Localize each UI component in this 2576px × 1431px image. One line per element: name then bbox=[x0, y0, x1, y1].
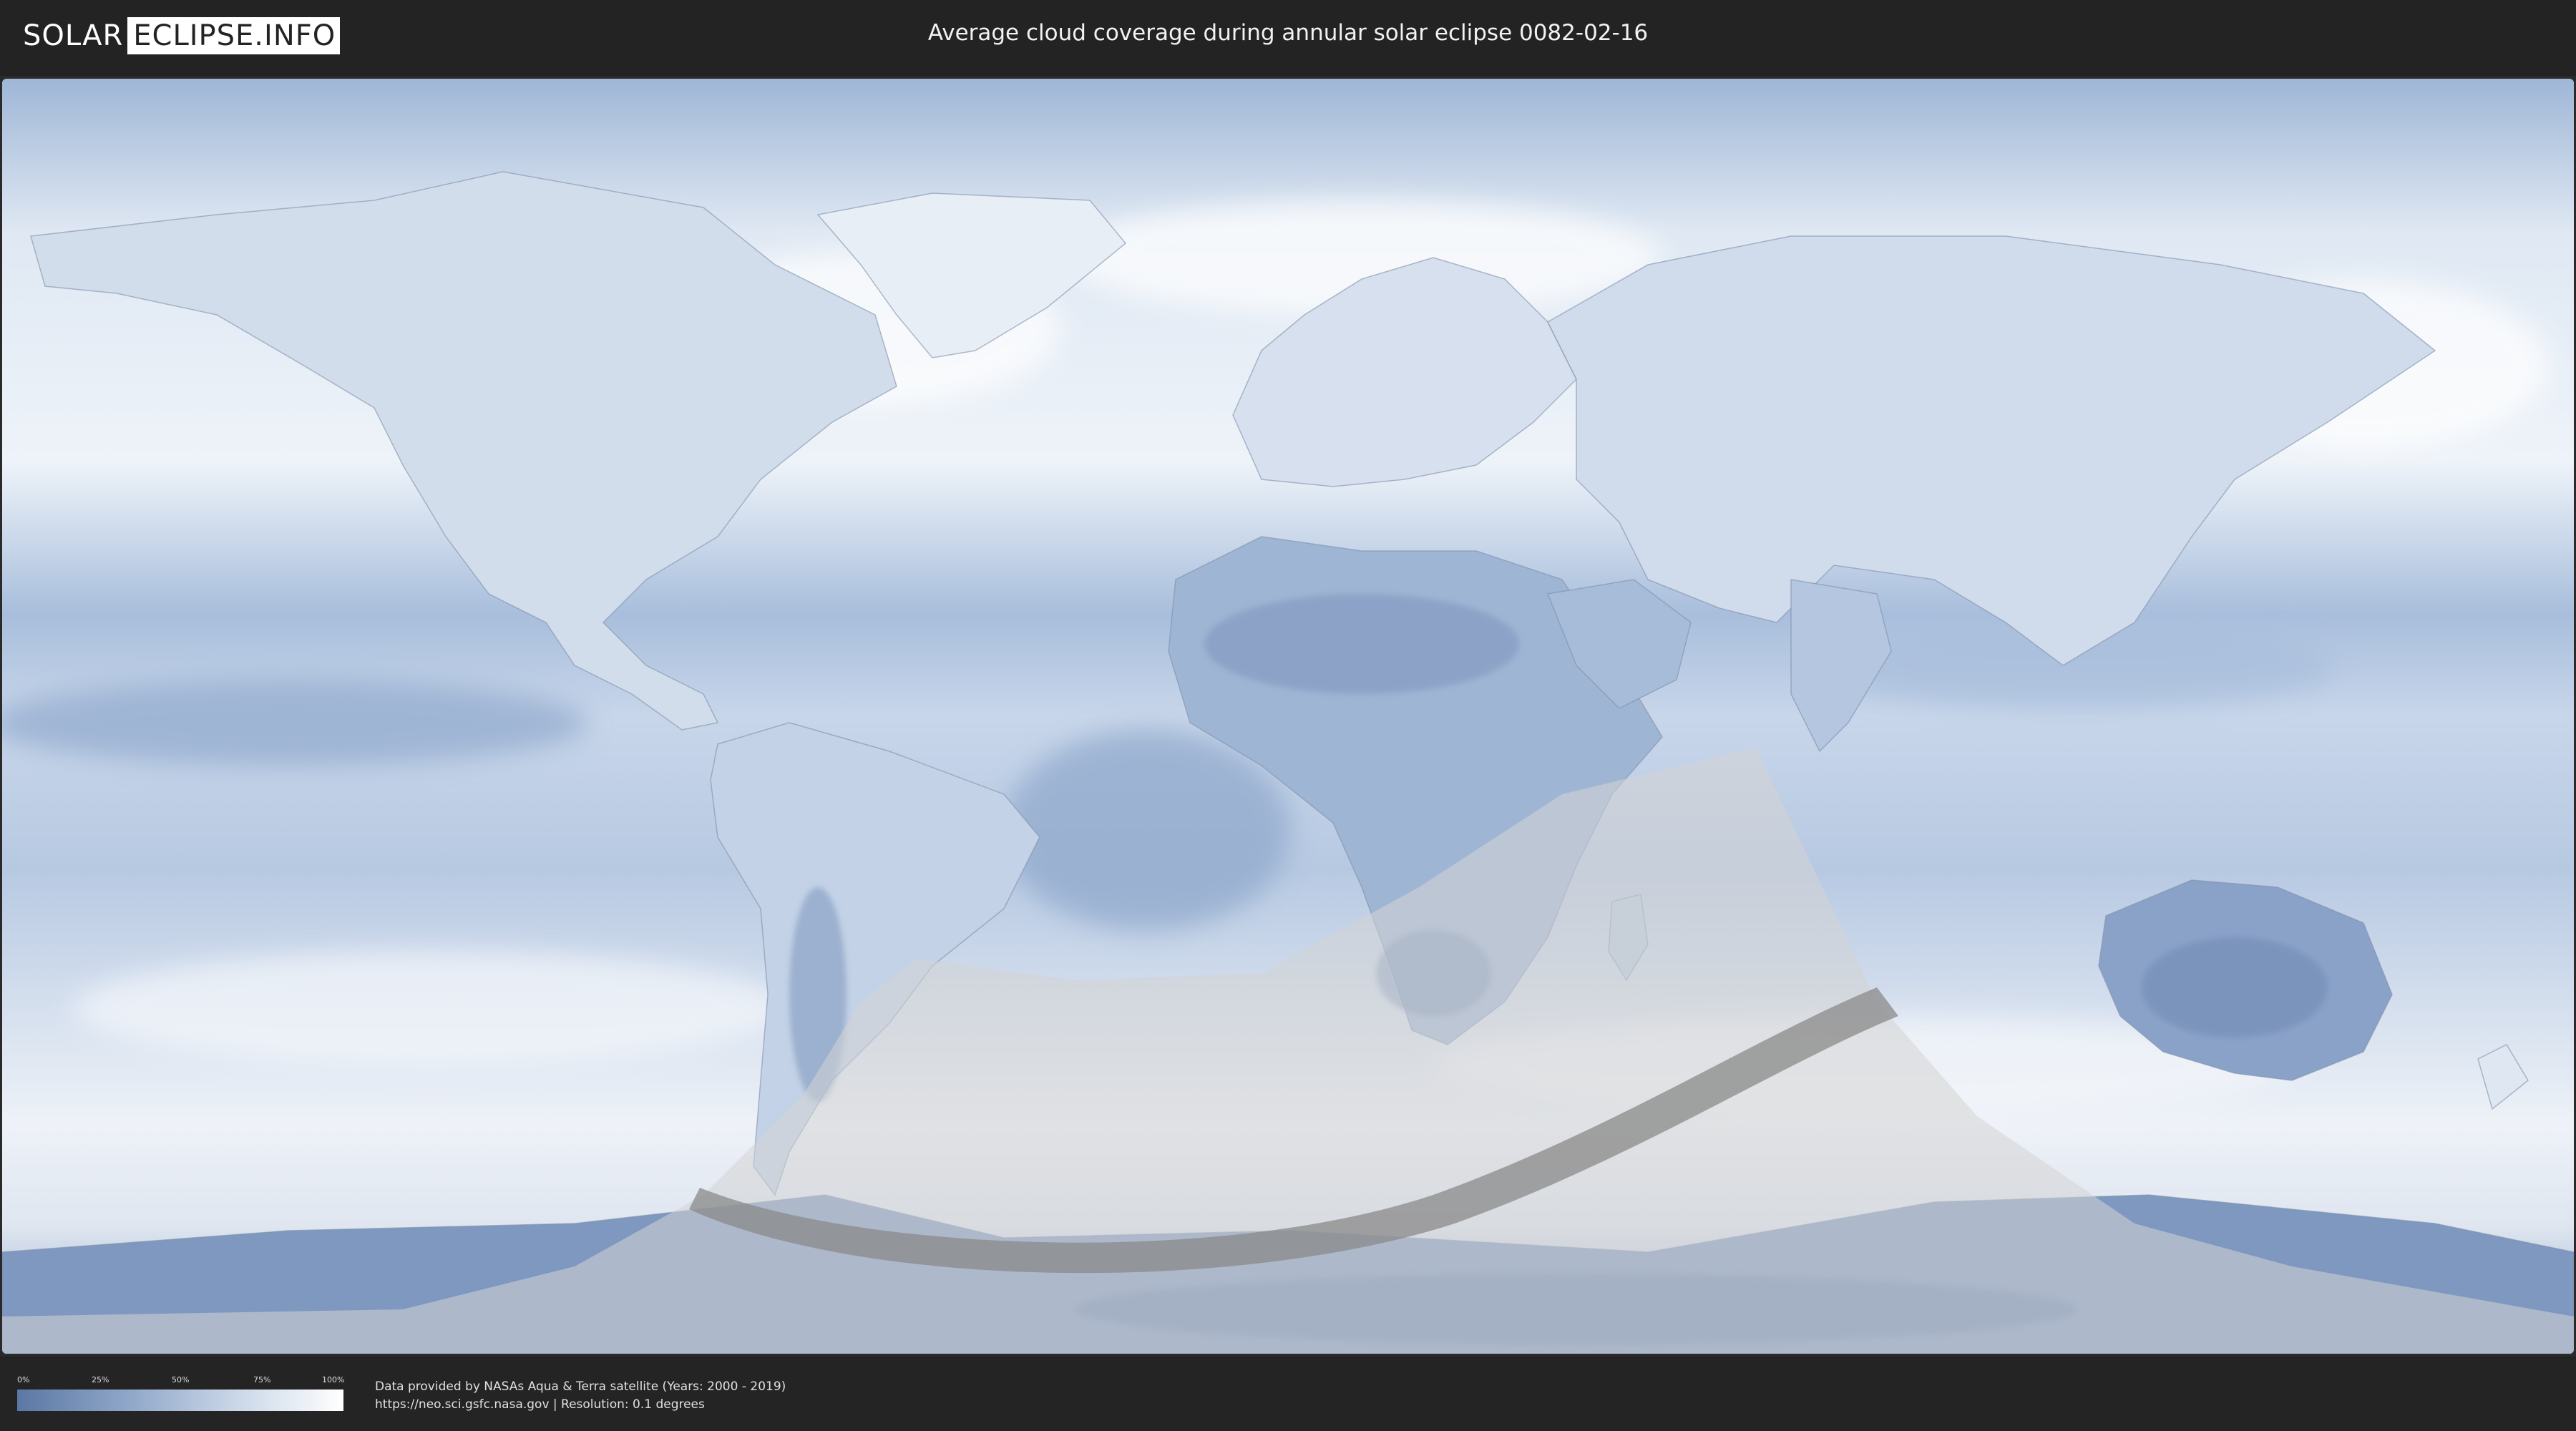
data-credits: Data provided by NASAs Aqua & Terra sate… bbox=[375, 1378, 786, 1414]
page-title: Average cloud coverage during annular so… bbox=[927, 20, 1649, 46]
cloud-legend: 0% 25% 50% 75% 100% bbox=[17, 1375, 345, 1411]
legend-tick: 75% bbox=[253, 1375, 271, 1384]
credit-line-url: https://neo.sci.gsfc.nasa.gov | Resoluti… bbox=[375, 1397, 705, 1412]
cloud-coverage-map bbox=[2, 79, 2574, 1354]
legend-tick: 25% bbox=[92, 1375, 109, 1384]
map-svg bbox=[2, 79, 2574, 1354]
legend-ticks: 0% 25% 50% 75% 100% bbox=[17, 1375, 345, 1387]
legend-gradient-bar bbox=[17, 1390, 343, 1411]
header-bar: SOLAR ECLIPSE.INFO Average cloud coverag… bbox=[0, 0, 2576, 72]
legend-tick: 50% bbox=[172, 1375, 190, 1384]
credit-line-source: Data provided by NASAs Aqua & Terra sate… bbox=[375, 1379, 786, 1394]
legend-tick: 0% bbox=[17, 1375, 30, 1384]
legend-tick: 100% bbox=[322, 1375, 345, 1384]
